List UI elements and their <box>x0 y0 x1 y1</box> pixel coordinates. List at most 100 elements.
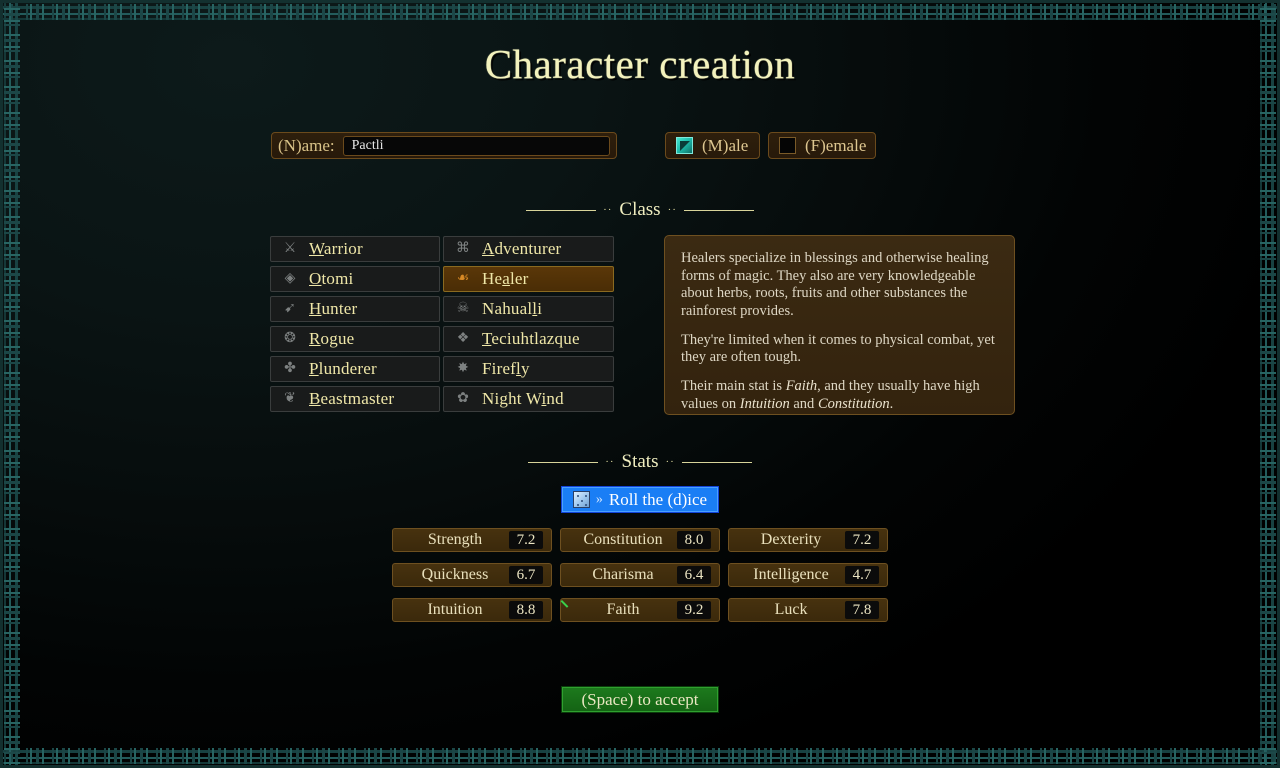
stat-value: 7.2 <box>845 531 879 549</box>
page-title: Character creation <box>484 41 796 87</box>
class-item-label: Rogue <box>309 329 355 348</box>
divider-rule-right <box>681 461 752 463</box>
stat-label: Intuition <box>427 601 483 618</box>
secondary-stat-2: Constitution <box>817 395 890 412</box>
stat-value: 6.4 <box>677 566 711 584</box>
stat-label: Intelligence <box>753 566 829 583</box>
name-field-row: (N)ame: <box>271 132 617 159</box>
stat-value: 4.7 <box>845 566 879 584</box>
accept-button[interactable]: (Space) to accept <box>561 686 719 713</box>
border-edge-top <box>0 0 1280 3</box>
class-list-left: ⚔ Warrior ◈ Otomi ➹ Hunter ❂ Rogue ✤ Plunderer ❦ Be… <box>270 236 440 412</box>
stat-charisma[interactable]: Charisma 6.4 <box>560 563 720 587</box>
class-item-hunter[interactable]: ➹ Hunter <box>270 296 440 322</box>
class-list-right: ⌘ Adventurer ☙ Healer ☠ Nahualli ❖ Teciuhtlazqu… <box>443 236 614 412</box>
rogue-dagger-icon: ❂ <box>284 331 296 346</box>
class-item-label: Hunter <box>309 299 358 318</box>
male-label: (M)ale <box>702 135 749 155</box>
stat-label: Quickness <box>421 566 489 583</box>
male-checkbox-icon[interactable] <box>676 137 693 154</box>
stat-label: Luck <box>774 601 808 618</box>
stat-quickness[interactable]: Quickness 6.7 <box>392 563 552 587</box>
stat-value: 8.0 <box>677 531 711 549</box>
class-item-plunderer[interactable]: ✤ Plunderer <box>270 356 440 382</box>
class-section-divider: ·· Class ·· <box>0 199 1280 221</box>
stat-label: Strength <box>427 531 483 548</box>
firefly-icon: ✸ <box>457 361 469 376</box>
female-checkbox-icon[interactable] <box>779 137 796 154</box>
stat-label: Charisma <box>592 566 654 583</box>
stat-faith[interactable]: Faith 9.2 <box>560 598 720 622</box>
main-stat-prefix: Their main stat is <box>681 378 786 395</box>
class-description-paragraph: They're limited when it comes to physica… <box>681 331 995 366</box>
class-item-label: Firefly <box>482 359 530 378</box>
stat-label: Dexterity <box>760 531 822 548</box>
name-input[interactable] <box>342 135 610 156</box>
stat-intuition[interactable]: Intuition 8.8 <box>392 598 552 622</box>
stat-value: 8.8 <box>509 601 543 619</box>
stat-value: 9.2 <box>677 601 711 619</box>
stat-luck[interactable]: Luck 7.8 <box>728 598 888 622</box>
class-item-nahualli[interactable]: ☠ Nahualli <box>443 296 614 322</box>
stat-intelligence[interactable]: Intelligence 4.7 <box>728 563 888 587</box>
stat-value: 7.8 <box>845 601 879 619</box>
decorative-meander-border <box>0 0 1280 768</box>
divider-rule-left <box>526 209 597 211</box>
plunderer-axe-icon: ✤ <box>284 361 296 376</box>
chevron-right-icon: » <box>595 491 603 507</box>
gender-option-male[interactable]: (M)ale <box>665 132 760 159</box>
border-edge-left <box>0 0 3 768</box>
divider-dots-left: ·· <box>605 456 615 468</box>
gender-option-female[interactable]: (F)emale <box>768 132 876 159</box>
teciuhtlazque-storm-icon: ❖ <box>456 331 470 346</box>
divider-rule-right <box>683 209 754 211</box>
adventurer-pack-icon: ⌘ <box>456 241 470 256</box>
stat-label: Faith <box>606 601 640 618</box>
stats-section-label: Stats <box>621 451 659 472</box>
night-wind-icon: ✿ <box>457 391 469 406</box>
divider-dots-right: ·· <box>665 456 675 468</box>
class-item-label: Beastmaster <box>309 389 395 408</box>
stat-dexterity[interactable]: Dexterity 7.2 <box>728 528 888 552</box>
stat-label: Constitution <box>583 531 663 548</box>
class-item-rogue[interactable]: ❂ Rogue <box>270 326 440 352</box>
class-item-label: Adventurer <box>482 239 562 258</box>
stat-constitution[interactable]: Constitution 8.0 <box>560 528 720 552</box>
main-stat-name: Faith <box>785 378 818 395</box>
healer-herb-icon: ☙ <box>456 271 470 286</box>
class-description-panel: Healers specialize in blessings and othe… <box>664 235 1015 415</box>
border-right-pattern <box>1260 0 1276 768</box>
class-item-firefly[interactable]: ✸ Firefly <box>443 356 614 382</box>
class-description-paragraph: Healers specialize in blessings and othe… <box>681 250 989 320</box>
class-item-label: Healer <box>482 269 529 288</box>
class-item-teciuhtlazque[interactable]: ❖ Teciuhtlazque <box>443 326 614 352</box>
nahualli-skull-icon: ☠ <box>456 301 470 316</box>
border-bottom-pattern <box>0 748 1280 764</box>
class-item-night-wind[interactable]: ✿ Night Wind <box>443 386 614 412</box>
class-item-label: Nahualli <box>482 299 543 318</box>
class-item-label: Night Wind <box>482 389 564 408</box>
border-top-pattern <box>0 4 1280 20</box>
class-item-adventurer[interactable]: ⌘ Adventurer <box>443 236 614 262</box>
stat-strength[interactable]: Strength 7.2 <box>392 528 552 552</box>
class-item-label: Otomi <box>309 269 354 288</box>
accept-label: (Space) to accept <box>581 689 699 709</box>
beastmaster-jaguar-icon: ❦ <box>284 391 296 406</box>
dice-icon <box>572 491 590 508</box>
roll-dice-button[interactable]: » Roll the (d)ice <box>561 486 719 513</box>
border-left-pattern <box>4 0 20 768</box>
class-item-label: Teciuhtlazque <box>482 329 580 348</box>
hunter-bow-icon: ➹ <box>284 301 296 316</box>
divider-dots-left: ·· <box>603 204 613 216</box>
class-item-label: Warrior <box>309 239 363 258</box>
class-item-healer[interactable]: ☙ Healer <box>443 266 614 292</box>
class-item-beastmaster[interactable]: ❦ Beastmaster <box>270 386 440 412</box>
main-stat-suffix: . <box>889 395 894 412</box>
class-item-warrior[interactable]: ⚔ Warrior <box>270 236 440 262</box>
stats-grid: Strength 7.2 Constitution 8.0 Dexterity 7.2 Qu… <box>392 528 888 622</box>
roll-dice-label: Roll the (d)ice <box>608 489 708 509</box>
class-section-label: Class <box>619 199 661 220</box>
stat-value: 7.2 <box>509 531 543 549</box>
otomi-helm-icon: ◈ <box>284 271 296 286</box>
class-item-otomi[interactable]: ◈ Otomi <box>270 266 440 292</box>
